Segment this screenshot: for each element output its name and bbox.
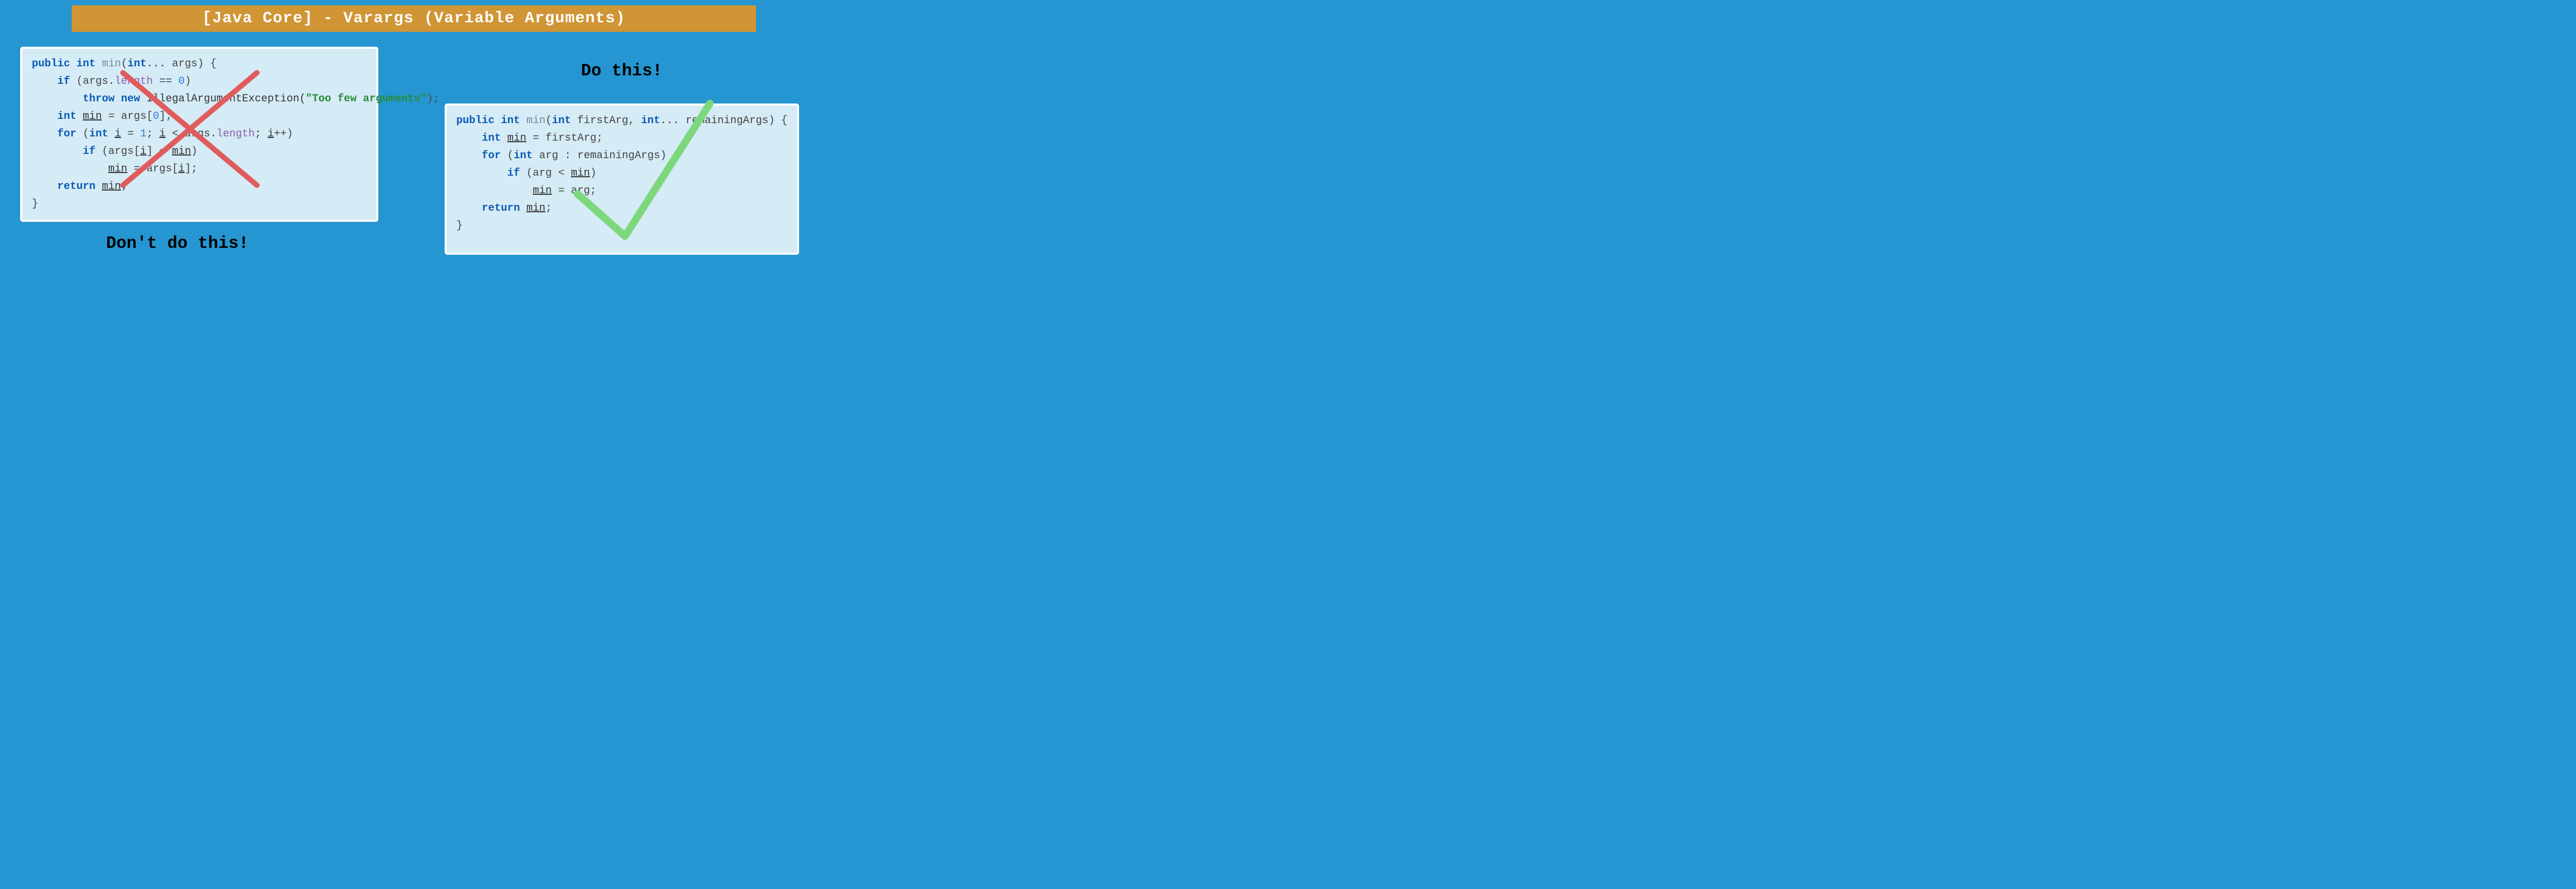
code-line: min = args[i]; <box>32 160 367 178</box>
caption-dont: Don't do this! <box>106 234 249 253</box>
code-line: public int min(int firstArg, int... rema… <box>456 112 787 130</box>
code-line: int min = args[0]; <box>32 108 367 125</box>
title-text: [Java Core] - Varargs (Variable Argument… <box>202 10 626 28</box>
code-line: return min; <box>32 178 367 195</box>
code-line: min = arg; <box>456 182 787 200</box>
code-line: for (int i = 1; i < args.length; i++) <box>32 125 367 143</box>
title-bar: [Java Core] - Varargs (Variable Argument… <box>72 5 756 32</box>
code-panel-dont: public int min(int... args) { if (args.l… <box>20 47 378 222</box>
code-line: int min = firstArg; <box>456 130 787 147</box>
code-panel-do: public int min(int firstArg, int... rema… <box>445 103 799 255</box>
code-line: } <box>32 195 367 213</box>
code-line: if (args[i] < min) <box>32 143 367 160</box>
code-line: } <box>456 217 787 235</box>
code-line: if (arg < min) <box>456 165 787 182</box>
code-line: throw new IllegalArgumentException("Too … <box>32 90 367 108</box>
caption-do: Do this! <box>581 61 663 81</box>
code-line: if (args.length == 0) <box>32 73 367 90</box>
code-line: for (int arg : remainingArgs) <box>456 147 787 165</box>
code-line: public int min(int... args) { <box>32 55 367 73</box>
code-line: return min; <box>456 200 787 217</box>
